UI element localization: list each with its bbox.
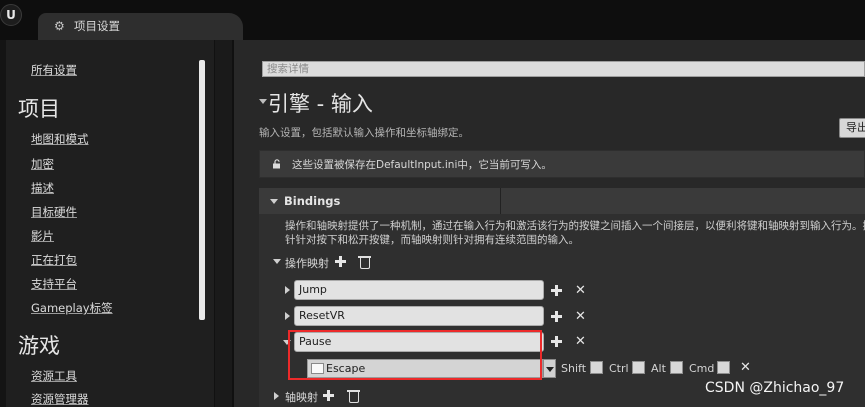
add-key-icon[interactable]: [551, 285, 562, 296]
modifier-cmd-checkbox[interactable]: [717, 361, 730, 374]
highlight-box: [288, 330, 542, 380]
bindings-section-header[interactable]: [259, 188, 865, 214]
remove-action-icon[interactable]: ✕: [575, 284, 586, 297]
bindings-label: Bindings: [284, 194, 341, 208]
add-key-icon[interactable]: [551, 311, 562, 322]
unlock-icon: [273, 159, 280, 169]
sidebar-item-movies[interactable]: 影片: [31, 228, 54, 244]
sidebar-item-asset-manager[interactable]: 资源管理器: [31, 391, 89, 407]
collapse-arrow-icon[interactable]: [259, 99, 267, 104]
add-axis-mapping-icon[interactable]: [323, 390, 334, 401]
sidebar-item-asset-tools[interactable]: 资源工具: [31, 368, 77, 384]
sidebar-item-encryption[interactable]: 加密: [31, 156, 54, 172]
sidebar-item-description[interactable]: 描述: [31, 180, 54, 196]
sidebar-edge: [0, 40, 6, 407]
expand-arrow-icon[interactable]: [270, 199, 278, 204]
sidebar-item-all-settings[interactable]: 所有设置: [31, 62, 77, 78]
expand-arrow-icon[interactable]: [274, 392, 279, 400]
sidebar-heading-game: 游戏: [18, 334, 60, 358]
modifier-ctrl-checkbox[interactable]: [632, 361, 645, 374]
sidebar-item-maps-modes[interactable]: 地图和模式: [31, 131, 89, 147]
tab-project-settings[interactable]: ⚙ 项目设置: [38, 13, 243, 40]
expand-arrow-icon[interactable]: [273, 259, 281, 264]
delete-all-icon[interactable]: [347, 390, 360, 403]
action-name-input[interactable]: ResetVR: [294, 306, 544, 326]
modifier-alt-checkbox[interactable]: [670, 361, 683, 374]
remove-key-icon[interactable]: ✕: [740, 361, 751, 374]
modifier-shift-label: Shift: [561, 362, 587, 375]
modifier-cmd-label: Cmd: [689, 362, 715, 375]
column-divider: [500, 188, 501, 214]
delete-all-icon[interactable]: [358, 256, 371, 269]
settings-gear-icon: ⚙: [54, 19, 65, 33]
notice-text: 这些设置被保存在DefaultInput.ini中，它当前可写入。: [292, 159, 552, 171]
chevron-down-icon[interactable]: [543, 359, 556, 378]
unreal-logo-icon[interactable]: U: [0, 4, 22, 26]
bindings-description-line1: 操作和轴映射提供了一种机制，通过在输入行为和激活该行为的按键之间插入一个间接层，…: [285, 220, 865, 232]
sidebar-item-gameplay-tags[interactable]: Gameplay标签: [31, 300, 113, 316]
bindings-description-line2: 针针对按下和松开按键，而轴映射则针对拥有连续范围的输入。: [285, 234, 579, 246]
page-title: 引擎 - 输入: [268, 92, 373, 116]
action-mappings-label: 操作映射: [285, 257, 329, 270]
axis-mappings-label: 轴映射: [285, 391, 318, 404]
remove-action-icon[interactable]: ✕: [575, 335, 586, 348]
remove-action-icon[interactable]: ✕: [575, 310, 586, 323]
add-action-mapping-icon[interactable]: [335, 256, 346, 267]
sidebar-scrollbar[interactable]: [199, 60, 205, 320]
tab-title: 项目设置: [74, 19, 120, 33]
sidebar-heading-project: 项目: [18, 97, 60, 121]
sidebar-item-target-hardware[interactable]: 目标硬件: [31, 204, 77, 220]
modifier-alt-label: Alt: [651, 362, 666, 375]
page-description: 输入设置，包括默认输入操作和坐标轴绑定。: [259, 127, 469, 139]
add-key-icon[interactable]: [551, 336, 562, 347]
export-button[interactable]: 导出: [839, 118, 865, 138]
modifier-ctrl-label: Ctrl: [609, 362, 629, 375]
sidebar-item-supported-platforms[interactable]: 支持平台: [31, 276, 77, 292]
search-input[interactable]: 搜索详情: [262, 61, 865, 77]
modifier-shift-checkbox[interactable]: [590, 361, 603, 374]
sidebar-item-packaging[interactable]: 正在打包: [31, 252, 77, 268]
watermark: CSDN @Zhichao_97: [705, 380, 845, 396]
expand-arrow-icon[interactable]: [285, 312, 290, 320]
action-name-input[interactable]: Jump: [294, 280, 544, 300]
expand-arrow-icon[interactable]: [285, 286, 290, 294]
